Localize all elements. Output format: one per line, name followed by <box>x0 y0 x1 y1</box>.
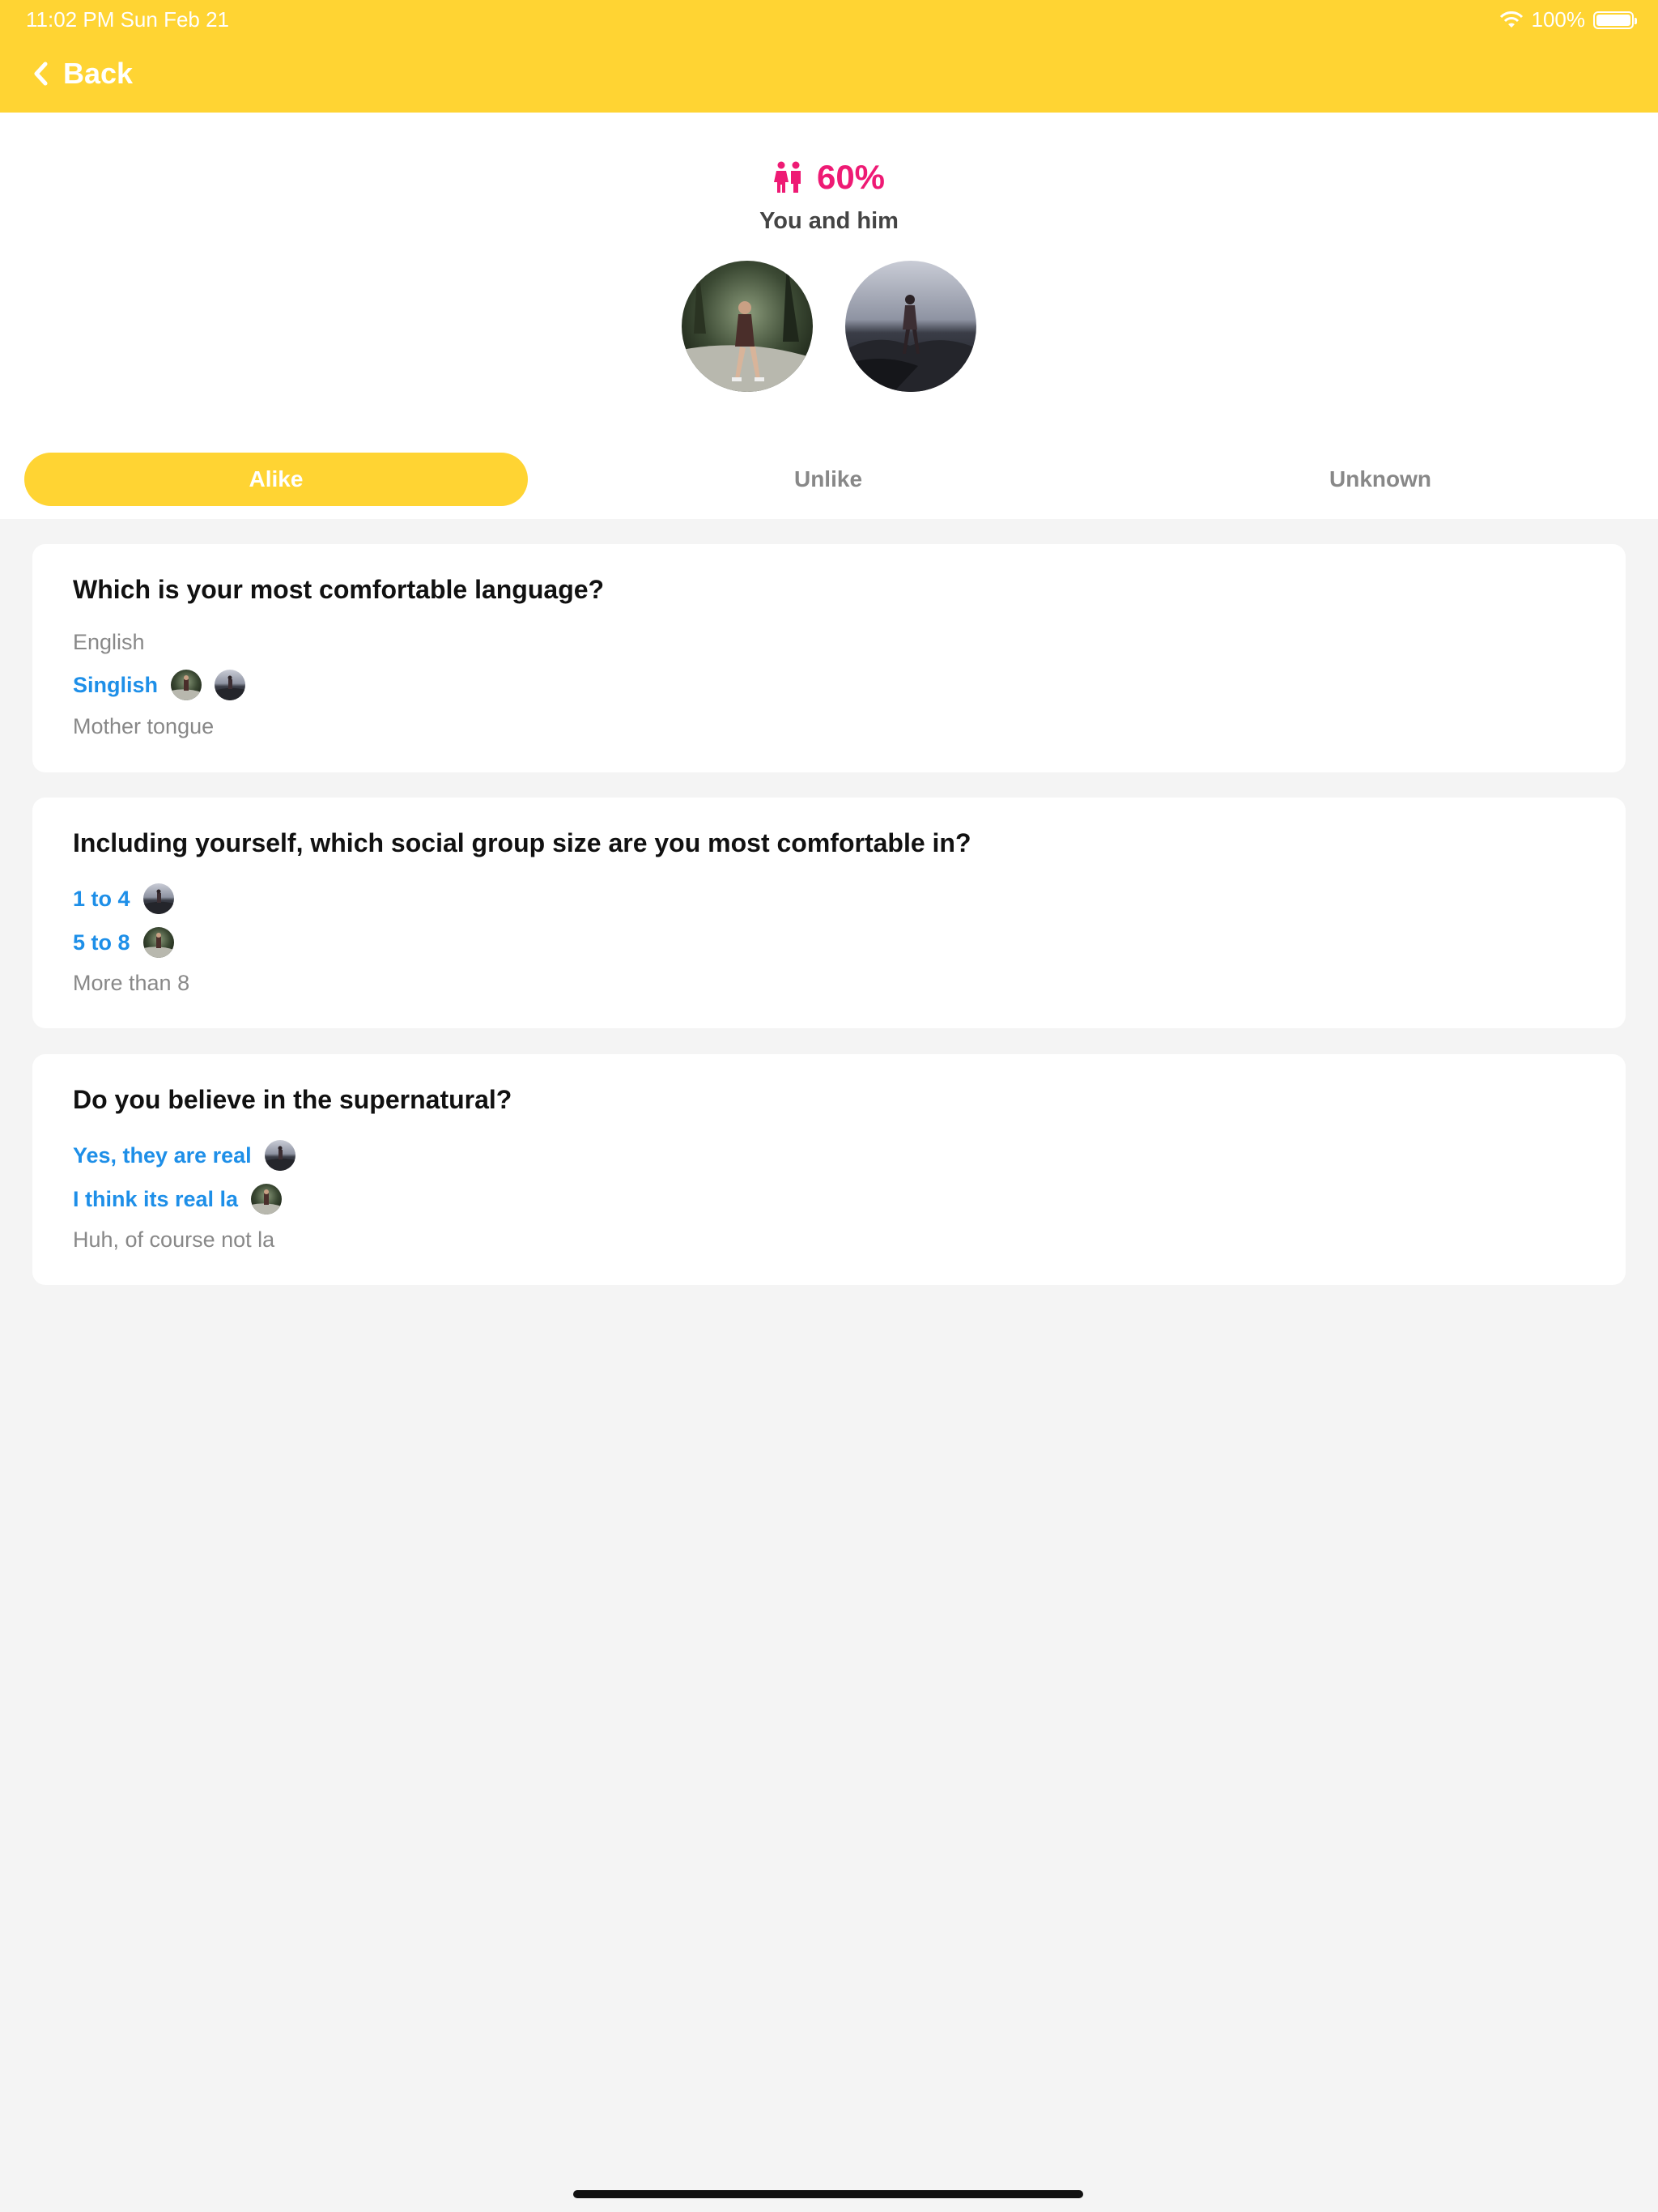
option-item: English <box>73 630 145 655</box>
mini-avatar-you <box>171 670 202 700</box>
avatar-pair <box>0 261 1658 392</box>
match-percent: 60% <box>816 158 886 196</box>
match-subtitle: You and him <box>759 208 899 234</box>
back-label: Back <box>63 57 134 90</box>
chevron-left-icon <box>34 62 48 86</box>
option-label: 1 to 4 <box>73 886 130 911</box>
wifi-icon <box>1499 11 1523 28</box>
home-indicator[interactable] <box>573 2190 1083 2198</box>
option-label: English <box>73 630 145 654</box>
option-label: More than 8 <box>73 971 190 995</box>
tab-unlike[interactable]: Unlike <box>576 453 1080 506</box>
option-label: Huh, of course not la <box>73 1227 275 1252</box>
option-label: 5 to 8 <box>73 929 130 955</box>
match-header: 60% You and him Alike Unlike Unknown <box>0 113 1658 519</box>
back-button[interactable]: Back <box>31 57 133 91</box>
option-item: Mother tongue <box>73 714 214 739</box>
mini-avatar-you <box>142 927 174 958</box>
couple-icon <box>773 161 801 193</box>
question-card: Do you believe in the supernatural? Yes,… <box>32 1054 1626 1285</box>
option-label: I think its real la <box>73 1186 239 1211</box>
mini-avatar-him <box>142 883 174 914</box>
tab-alike[interactable]: Alike <box>24 453 528 506</box>
avatar-him[interactable] <box>845 261 976 392</box>
option-item-matched: I think its real la <box>73 1184 283 1214</box>
option-item: Huh, of course not la <box>73 1227 274 1253</box>
option-item-matched: Yes, they are real <box>73 1140 295 1171</box>
comparison-tabs: Alike Unlike Unknown <box>24 453 1658 506</box>
mini-avatar-you <box>251 1184 283 1214</box>
mini-avatar-him <box>264 1140 295 1171</box>
option-label: Yes, they are real <box>73 1142 252 1168</box>
option-label: Mother tongue <box>73 714 215 738</box>
avatar-you[interactable] <box>682 261 813 392</box>
question-card: Including yourself, which social group s… <box>32 798 1626 1028</box>
option-item-matched: 5 to 8 <box>73 927 174 958</box>
option-item-matched: 1 to 4 <box>73 883 174 914</box>
question-text: Do you believe in the supernatural? <box>73 1085 512 1114</box>
status-time: 11:02 PM Sun Feb 21 <box>26 7 230 32</box>
navigation-bar: 11:02 PM Sun Feb 21 100% Back <box>0 0 1658 113</box>
match-summary: 60% <box>0 158 1658 197</box>
option-item-matched: Singlish <box>73 670 246 700</box>
question-text: Which is your most comfortable language? <box>73 575 605 604</box>
mini-avatar-him <box>215 670 246 700</box>
battery-icon <box>1593 11 1637 29</box>
question-text: Including yourself, which social group s… <box>73 828 971 857</box>
status-indicators: 100% <box>1499 7 1637 32</box>
option-item: More than 8 <box>73 971 189 996</box>
battery-percent: 100% <box>1531 7 1586 32</box>
question-card: Which is your most comfortable language?… <box>32 544 1626 772</box>
tab-unknown[interactable]: Unknown <box>1129 453 1632 506</box>
option-label: Singlish <box>73 672 159 697</box>
